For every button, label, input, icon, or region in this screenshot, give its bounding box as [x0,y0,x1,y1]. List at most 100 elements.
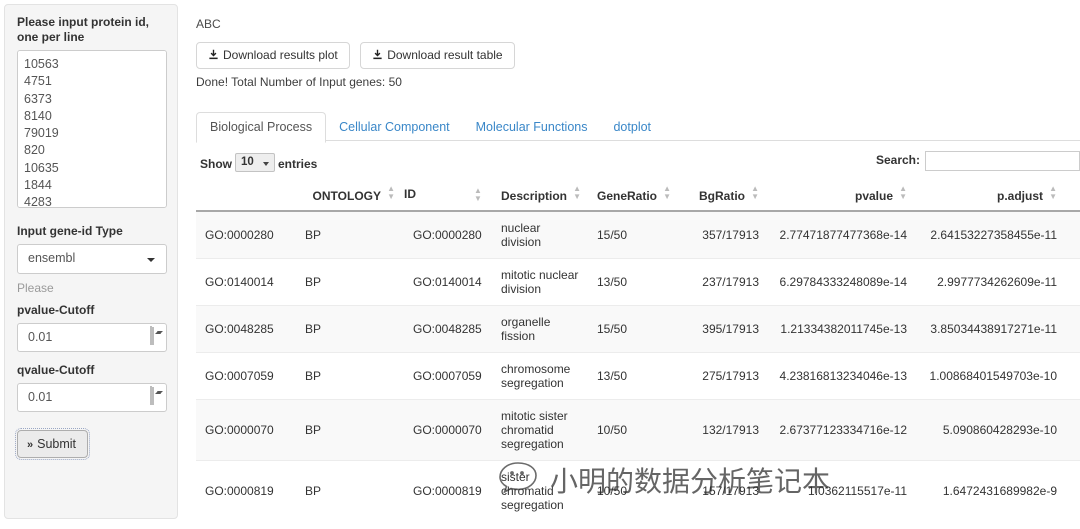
cell-qvalue: 3.5124910518076 [1066,399,1080,461]
column-label: pvalue [854,189,893,203]
cell-pvalue: 4.23816813234046e-13 [768,352,916,400]
qvalue-cutoff-label: qvalue-Cutoff [17,363,95,377]
column-header-pvalue[interactable]: pvalue ▲ ▼ [768,181,916,212]
cell-rowname: GO:0000819 [196,460,296,521]
download-icon [208,49,219,63]
cell-generatio: 10/50 [588,399,680,461]
column-header-generatio[interactable]: GeneRatio ▲ ▼ [588,181,680,212]
table-row[interactable]: GO:0000070 BP GO:0000070 mitotic sister … [196,399,1080,461]
gene-id-type-value: ensembl [28,251,76,265]
qvalue-cutoff-stepper[interactable]: 0.01 [17,383,167,412]
column-label: ID [404,187,416,201]
tab-label: Cellular Component [339,120,450,134]
column-header-rowname [196,181,296,212]
column-header-qvalue[interactable]: qval [1066,181,1080,212]
cell-rowname: GO:0007059 [196,352,296,400]
table-row[interactable]: GO:0048285 BP GO:0048285 organelle fissi… [196,305,1080,353]
cell-description: nuclear division [492,210,588,259]
download-results-plot-label: Download results plot [223,48,338,62]
table-row[interactable]: GO:0000819 BP GO:0000819 sister chromati… [196,460,1080,521]
tab-cellular-component[interactable]: Cellular Component [326,113,462,142]
cell-padjust: 2.9977734262609e-11 [916,258,1066,306]
cell-pvalue: 6.29784333248089e-14 [768,258,916,306]
sort-icon: ▲ ▼ [474,186,482,203]
cell-generatio: 15/50 [588,305,680,353]
sort-icon: ▲ ▼ [751,184,759,201]
tab-label: Molecular Functions [475,120,588,134]
cell-generatio: 10/50 [588,460,680,521]
cell-rowname: GO:0140014 [196,258,296,306]
cell-id: GO:0000280 [404,210,492,259]
show-entries-control: Show 10 entries [200,153,317,172]
cell-qvalue: 2.6565843640466 [1066,305,1080,353]
cell-ontology: BP [296,460,404,521]
search-label: Search: [875,153,920,168]
show-label: Show [200,157,232,171]
download-result-table-button[interactable]: Download result table [360,42,515,69]
cell-ontology: BP [296,258,404,306]
cell-id: GO:0000070 [404,399,492,461]
table-row[interactable]: GO:0140014 BP GO:0140014 mitotic nuclear… [196,258,1080,306]
qvalue-spinner[interactable] [150,386,163,409]
cell-bgratio: 132/17913 [680,399,768,461]
tab-dotplot[interactable]: dotplot [600,113,664,142]
cell-rowname: GO:0000070 [196,399,296,461]
protein-id-textarea[interactable] [17,50,167,208]
status-text: Done! Total Number of Input genes: 50 [196,75,402,89]
tab-bar: Biological Process Cellular Component Mo… [196,111,1080,143]
cell-bgratio: 275/17913 [680,352,768,400]
table-row[interactable]: GO:0000280 BP GO:0000280 nuclear divisio… [196,210,1080,259]
cell-bgratio: 157/17913 [680,460,768,521]
column-header-ontology[interactable]: ONTOLOGY ▲ ▼ [296,181,404,212]
entries-per-page-select[interactable]: 10 [235,153,275,172]
column-header-bgratio[interactable]: BgRatio ▲ ▼ [680,181,768,212]
cell-generatio: 15/50 [588,210,680,259]
download-icon [372,49,383,63]
column-label: p.adjust [996,189,1043,203]
chevron-down-icon [147,258,155,262]
cell-padjust: 2.64153227358455e-11 [916,210,1066,259]
sort-icon: ▲ ▼ [899,184,907,201]
download-results-plot-button[interactable]: Download results plot [196,42,350,69]
cell-ontology: BP [296,305,404,353]
cell-generatio: 13/50 [588,352,680,400]
results-table: ONTOLOGY ▲ ▼ ID ▲ ▼ Description ▲ ▼ GeneRatio ▲… [196,181,1080,521]
double-chevron-right-icon: » [27,439,33,451]
tab-biological-process[interactable]: Biological Process [196,112,327,143]
search-input[interactable] [925,151,1080,171]
cell-ontology: BP [296,352,404,400]
pvalue-cutoff-stepper[interactable]: 0.01 [17,323,167,352]
cell-description: organelle fission [492,305,588,353]
table-row[interactable]: GO:0007059 BP GO:0007059 chromosome segr… [196,352,1080,400]
cell-id: GO:0048285 [404,305,492,353]
pvalue-cutoff-label: pvalue-Cutoff [17,303,95,317]
column-header-description[interactable]: Description ▲ ▼ [492,181,588,212]
cell-qvalue: 6.9595181962643 [1066,352,1080,400]
tab-molecular-functions[interactable]: Molecular Functions [463,113,601,142]
cell-pvalue: 2.67377123334716e-12 [768,399,916,461]
cell-padjust: 5.090860428293e-10 [916,399,1066,461]
pvalue-cutoff-value: 0.01 [28,330,53,344]
pvalue-spin-down-icon[interactable] [152,327,163,345]
entries-label: entries [278,157,318,171]
cell-id: GO:0007059 [404,352,492,400]
cell-ontology: BP [296,399,404,461]
cell-qvalue: 1.8225521215355 [1066,210,1080,259]
cell-id: GO:0000819 [404,460,492,521]
submit-button[interactable]: » Submit [14,428,91,460]
download-button-row: Download results plot Download result ta… [196,42,1080,69]
cell-rowname: GO:0000280 [196,210,296,259]
cell-rowname: GO:0048285 [196,305,296,353]
gene-id-type-select[interactable]: ensembl [17,244,167,274]
tab-label: dotplot [613,120,652,134]
qvalue-spin-down-icon[interactable] [152,387,163,405]
chevron-down-icon [263,162,269,166]
pvalue-spinner[interactable] [150,326,163,349]
column-header-padjust[interactable]: p.adjust ▲ ▼ [916,181,1066,212]
sidebar-panel: Please input protein id, one per line In… [4,4,178,519]
table-body: GO:0000280 BP GO:0000280 nuclear divisio… [196,210,1080,521]
gene-id-type-label: Input gene-id Type [17,224,123,238]
cell-description: mitotic nuclear division [492,258,588,306]
abc-heading: ABC [196,17,221,31]
column-header-id[interactable]: ID ▲ ▼ [404,181,492,212]
